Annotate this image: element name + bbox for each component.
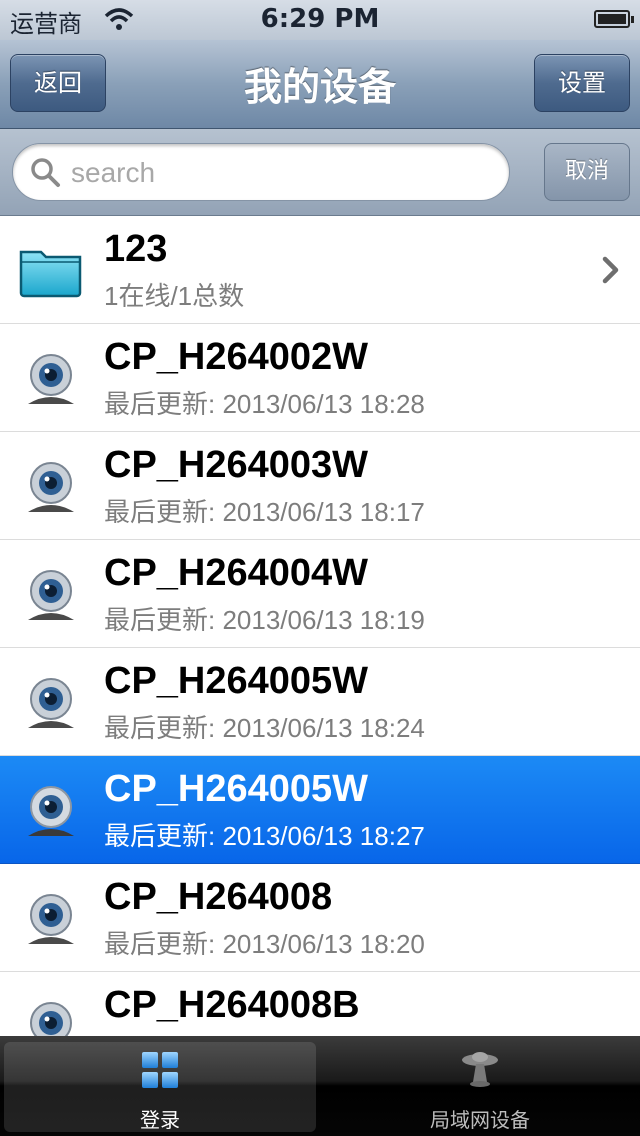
list-item-device-selected[interactable]: CP_H264005W 最后更新: 2013/06/13 18:27: [0, 756, 640, 864]
item-subtitle: 最后更新: 2013/06/13 18:28: [104, 389, 425, 419]
item-title: CP_H264008: [104, 876, 333, 918]
list-item-device[interactable]: CP_H264005W 最后更新: 2013/06/13 18:24: [0, 648, 640, 756]
tab-bar: 登录 局域网设备: [0, 1036, 640, 1136]
item-subtitle: 最后更新: 2013/06/13 18:19: [104, 605, 425, 635]
item-title: CP_H264008B: [104, 984, 360, 1026]
device-list: 123 1在线/1总数 CP_H264002W 最后更新: 2013/06/13…: [0, 216, 640, 1036]
webcam-icon: [28, 678, 74, 728]
search-field[interactable]: [12, 143, 510, 201]
chevron-right-icon: [602, 256, 619, 284]
webcam-icon: [28, 462, 74, 512]
tab-lan-devices[interactable]: 局域网设备: [324, 1042, 636, 1132]
item-subtitle: 最后更新: 2013/06/13 18:27: [104, 821, 425, 851]
list-item-device[interactable]: CP_H264004W 最后更新: 2013/06/13 18:19: [0, 540, 640, 648]
lan-device-icon: [462, 1052, 498, 1087]
settings-button[interactable]: 设置: [534, 54, 630, 112]
list-item-device[interactable]: CP_H264008B: [0, 972, 640, 1036]
search-input[interactable]: [69, 152, 493, 194]
webcam-icon: [28, 786, 74, 836]
tab-lan-label: 局域网设备: [430, 1108, 530, 1132]
list-item-device[interactable]: CP_H264008 最后更新: 2013/06/13 18:20: [0, 864, 640, 972]
battery-icon: [594, 10, 634, 28]
webcam-icon: [28, 570, 74, 620]
webcam-icon: [28, 354, 74, 404]
list-item-device[interactable]: CP_H264003W 最后更新: 2013/06/13 18:17: [0, 432, 640, 540]
item-title: CP_H264002W: [104, 336, 369, 378]
list-item-folder[interactable]: 123 1在线/1总数: [0, 216, 640, 324]
item-title: CP_H264005W: [104, 660, 369, 702]
status-time: 6:29 PM: [260, 4, 380, 34]
webcam-icon: [30, 1002, 72, 1036]
search-icon: [31, 158, 60, 187]
folder-icon: [19, 250, 82, 298]
item-subtitle: 1在线/1总数: [104, 281, 245, 311]
cancel-button[interactable]: 取消: [544, 143, 630, 201]
item-title: CP_H264003W: [104, 444, 369, 486]
grid-icon: [142, 1052, 178, 1088]
list-item-device[interactable]: CP_H264002W 最后更新: 2013/06/13 18:28: [0, 324, 640, 432]
item-subtitle: 最后更新: 2013/06/13 18:17: [104, 497, 425, 527]
item-title: 123: [104, 228, 168, 270]
item-title: CP_H264005W: [104, 768, 369, 810]
search-bar: 取消: [0, 129, 640, 216]
navigation-bar: 返回 我的设备 设置: [0, 40, 640, 129]
tab-login-label: 登录: [140, 1108, 180, 1132]
status-bar: 运营商 6:29 PM: [0, 0, 640, 40]
item-subtitle: 最后更新: 2013/06/13 18:20: [104, 929, 425, 959]
item-title: CP_H264004W: [104, 552, 369, 594]
webcam-icon: [28, 894, 74, 944]
tab-login[interactable]: 登录: [4, 1042, 316, 1132]
item-subtitle: 最后更新: 2013/06/13 18:24: [104, 713, 425, 743]
